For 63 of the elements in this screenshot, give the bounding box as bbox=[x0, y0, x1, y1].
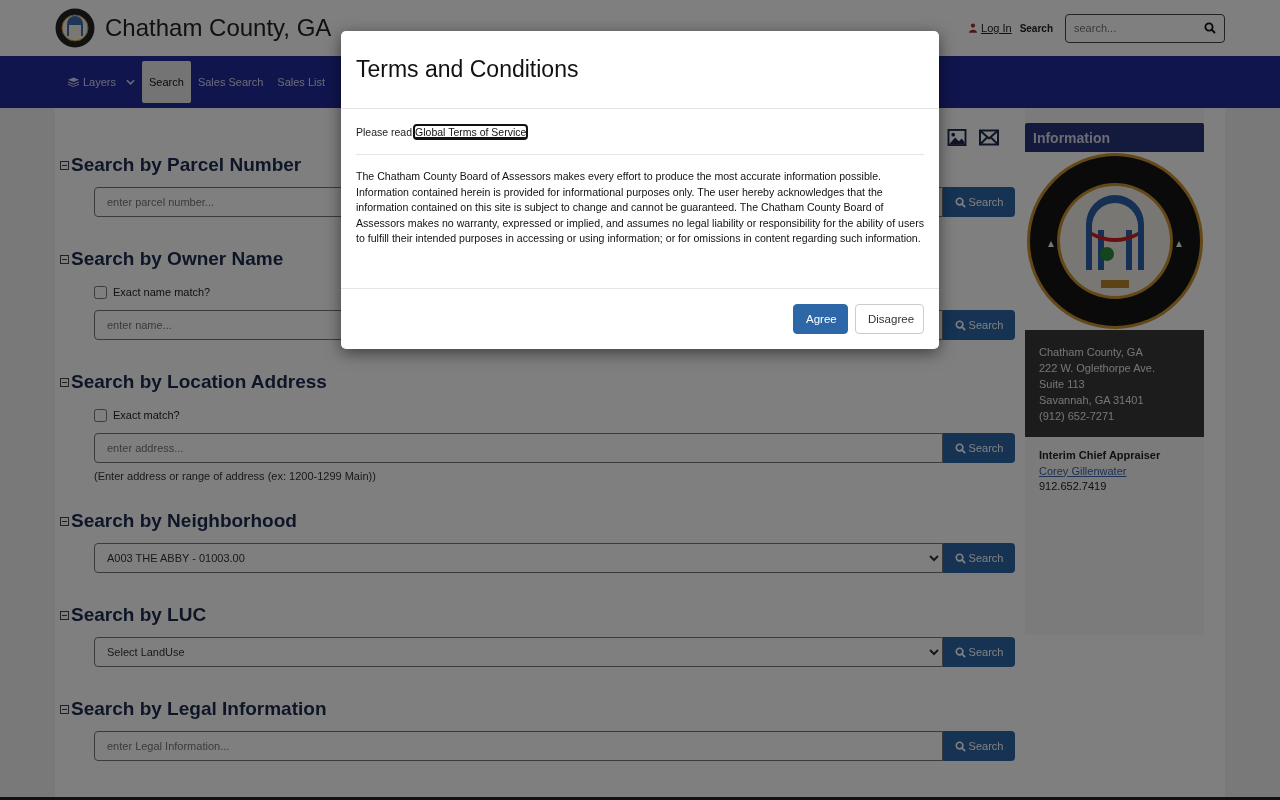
seal-logo-icon bbox=[55, 8, 95, 48]
checkbox-label: Exact name match? bbox=[113, 286, 211, 298]
section-heading: Search by Neighborhood bbox=[71, 510, 297, 532]
nav-tab[interactable]: Sales List bbox=[270, 61, 333, 103]
search-icon bbox=[954, 442, 966, 454]
sidebar-heading: Information bbox=[1025, 123, 1204, 152]
appraiser-phone: 912.652.7419 bbox=[1039, 479, 1108, 494]
appraiser-link[interactable]: Corey Gillenwater bbox=[1039, 463, 1190, 479]
search-label: Search bbox=[1019, 22, 1053, 34]
collapse-icon[interactable] bbox=[60, 516, 69, 526]
chevron-icon bbox=[126, 79, 136, 85]
layers-icon bbox=[68, 77, 79, 87]
log-in-link[interactable]: Log In bbox=[969, 22, 1012, 34]
intro-text: Please read bbox=[356, 126, 413, 138]
hint-text: (Enter address or range of address (ex: 1200-1299 Main)) bbox=[94, 470, 377, 482]
section-heading: Search by LUC bbox=[71, 604, 207, 626]
collapse-icon[interactable] bbox=[60, 160, 69, 170]
search-button[interactable]: Search bbox=[943, 310, 1015, 340]
terms-link[interactable]: Global Terms of Service bbox=[415, 126, 527, 138]
search-icon bbox=[954, 740, 966, 752]
site-search-field[interactable]: search... bbox=[1065, 13, 1225, 43]
search-button[interactable]: Search bbox=[943, 433, 1015, 463]
search-button[interactable]: Search bbox=[943, 543, 1015, 573]
search-button[interactable]: Search bbox=[943, 637, 1015, 667]
nav-tab[interactable]: Layers bbox=[61, 61, 143, 103]
address-line: Savannah, GA 31401 bbox=[1039, 393, 1145, 408]
envelope-icon[interactable] bbox=[979, 129, 999, 146]
section-heading: Search by Legal Information bbox=[71, 698, 327, 720]
appraiser-title: Interim Chief Appraiser bbox=[1039, 448, 1162, 463]
collapse-icon[interactable] bbox=[60, 610, 69, 620]
search-icon[interactable] bbox=[1204, 21, 1216, 34]
dropdown-select[interactable]: Select LandUse bbox=[94, 637, 943, 667]
search-button[interactable]: Search bbox=[943, 731, 1015, 761]
checkbox-label: Exact match? bbox=[113, 409, 180, 421]
address-line: (912) 652-7271 bbox=[1039, 409, 1116, 424]
search-icon bbox=[954, 319, 966, 331]
collapse-icon[interactable] bbox=[60, 704, 69, 714]
disagree-button[interactable]: Disagree bbox=[855, 304, 924, 334]
checkbox[interactable] bbox=[94, 408, 107, 422]
section-heading: Search by Location Address bbox=[71, 371, 327, 393]
collapse-icon[interactable] bbox=[60, 254, 69, 264]
dropdown-select[interactable]: A003 THE ABBY - 01003.00 bbox=[94, 543, 943, 573]
nav-tab[interactable]: Sales Search bbox=[190, 61, 271, 103]
search-input[interactable]: enter address... bbox=[94, 433, 943, 463]
address-line: Suite 113 bbox=[1039, 377, 1086, 392]
search-icon bbox=[954, 196, 966, 208]
search-button[interactable]: Search bbox=[943, 187, 1015, 217]
terms-paragraph: The Chatham County Board of Assessors makes every effort to produce the most accurate information possible. Information contained herein is provided for informational purposes only. The user hereby acknowledges that the information contained on this site is subject to change and cannot be guaranteed. The Chatham County Board of Assessors makes no warranty, expressed or implied, and assumes no legal liability or responsibility for the ability of users to fulfill their intended purposes in accessing or using information; or for omissions in content regarding such information. bbox=[356, 169, 924, 247]
checkbox[interactable] bbox=[94, 285, 107, 299]
search-icon bbox=[954, 646, 966, 658]
collapse-icon[interactable] bbox=[60, 377, 69, 387]
nav-tab[interactable]: Search bbox=[142, 61, 191, 103]
user-icon bbox=[969, 23, 978, 33]
address-line: 222 W. Oglethorpe Ave. bbox=[1039, 361, 1156, 376]
site-title: Chatham County, GA bbox=[105, 14, 332, 42]
image-icon[interactable] bbox=[947, 129, 967, 146]
agree-button[interactable]: Agree bbox=[793, 304, 848, 334]
search-icon bbox=[954, 552, 966, 564]
section-heading: Search by Owner Name bbox=[71, 248, 284, 270]
address-line: Chatham County, GA bbox=[1039, 345, 1144, 360]
dialog-title: Terms and Conditions bbox=[356, 56, 579, 83]
section-heading: Search by Parcel Number bbox=[71, 154, 302, 176]
search-input[interactable]: enter Legal Information... bbox=[94, 731, 943, 761]
